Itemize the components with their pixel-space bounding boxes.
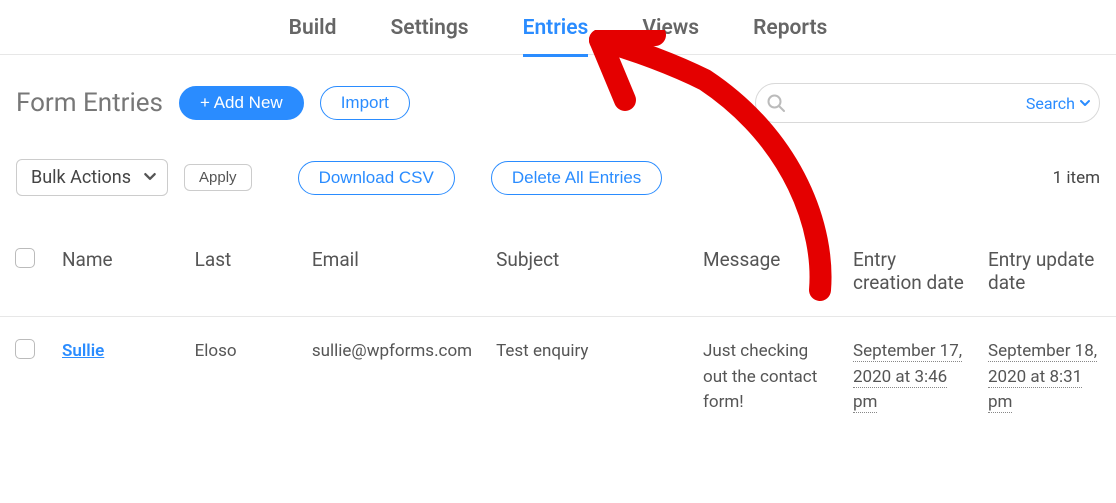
delete-all-button[interactable]: Delete All Entries: [491, 161, 662, 195]
col-created[interactable]: Entry creation date: [841, 224, 976, 317]
table-header-row: Name Last Email Subject Message Entry cr…: [0, 224, 1116, 317]
tab-reports[interactable]: Reports: [753, 16, 827, 57]
cell-last: Eloso: [195, 341, 237, 361]
cell-message: Just checking out the contact form!: [703, 341, 817, 412]
col-updated[interactable]: Entry update date: [976, 224, 1116, 317]
tab-settings[interactable]: Settings: [390, 16, 468, 57]
page-header: Form Entries + Add New Import Search: [0, 55, 1116, 137]
col-last[interactable]: Last: [183, 224, 300, 317]
page-title: Form Entries: [16, 88, 163, 118]
bulk-actions-label: Bulk Actions: [31, 167, 131, 188]
col-message[interactable]: Message: [691, 224, 841, 317]
search-input[interactable]: [786, 88, 1026, 118]
chevron-down-icon: [143, 167, 157, 188]
cell-subject: Test enquiry: [496, 341, 588, 361]
tab-build[interactable]: Build: [289, 16, 337, 57]
tab-views[interactable]: Views: [642, 16, 699, 57]
import-button[interactable]: Import: [320, 86, 410, 120]
toolbar: Bulk Actions Apply Download CSV Delete A…: [0, 137, 1116, 214]
chevron-down-icon: [1079, 97, 1091, 109]
row-checkbox[interactable]: [15, 339, 35, 359]
bulk-actions-select[interactable]: Bulk Actions: [16, 159, 168, 196]
tab-entries[interactable]: Entries: [523, 16, 589, 57]
search-button-label: Search: [1026, 94, 1075, 113]
entries-table: Name Last Email Subject Message Entry cr…: [0, 224, 1116, 424]
cell-name[interactable]: Sullie: [62, 341, 104, 361]
cell-updated: September 18, 2020 at 8:31 pm: [988, 341, 1097, 413]
select-all-checkbox[interactable]: [15, 248, 35, 268]
col-email[interactable]: Email: [300, 224, 484, 317]
search-button[interactable]: Search: [1026, 94, 1091, 113]
search-icon: [766, 93, 786, 113]
cell-email: sullie@wpforms.com: [312, 341, 472, 361]
download-csv-button[interactable]: Download CSV: [298, 161, 455, 195]
cell-created: September 17, 2020 at 3:46 pm: [853, 341, 962, 413]
search-wrap: Search: [755, 83, 1100, 123]
add-new-button[interactable]: + Add New: [179, 86, 304, 120]
col-name[interactable]: Name: [50, 224, 183, 317]
item-count: 1 item: [1053, 168, 1100, 188]
apply-button[interactable]: Apply: [184, 164, 252, 191]
col-subject[interactable]: Subject: [484, 224, 691, 317]
table-row: Sullie Eloso sullie@wpforms.com Test enq…: [0, 317, 1116, 424]
top-nav: Build Settings Entries Views Reports: [0, 0, 1116, 55]
